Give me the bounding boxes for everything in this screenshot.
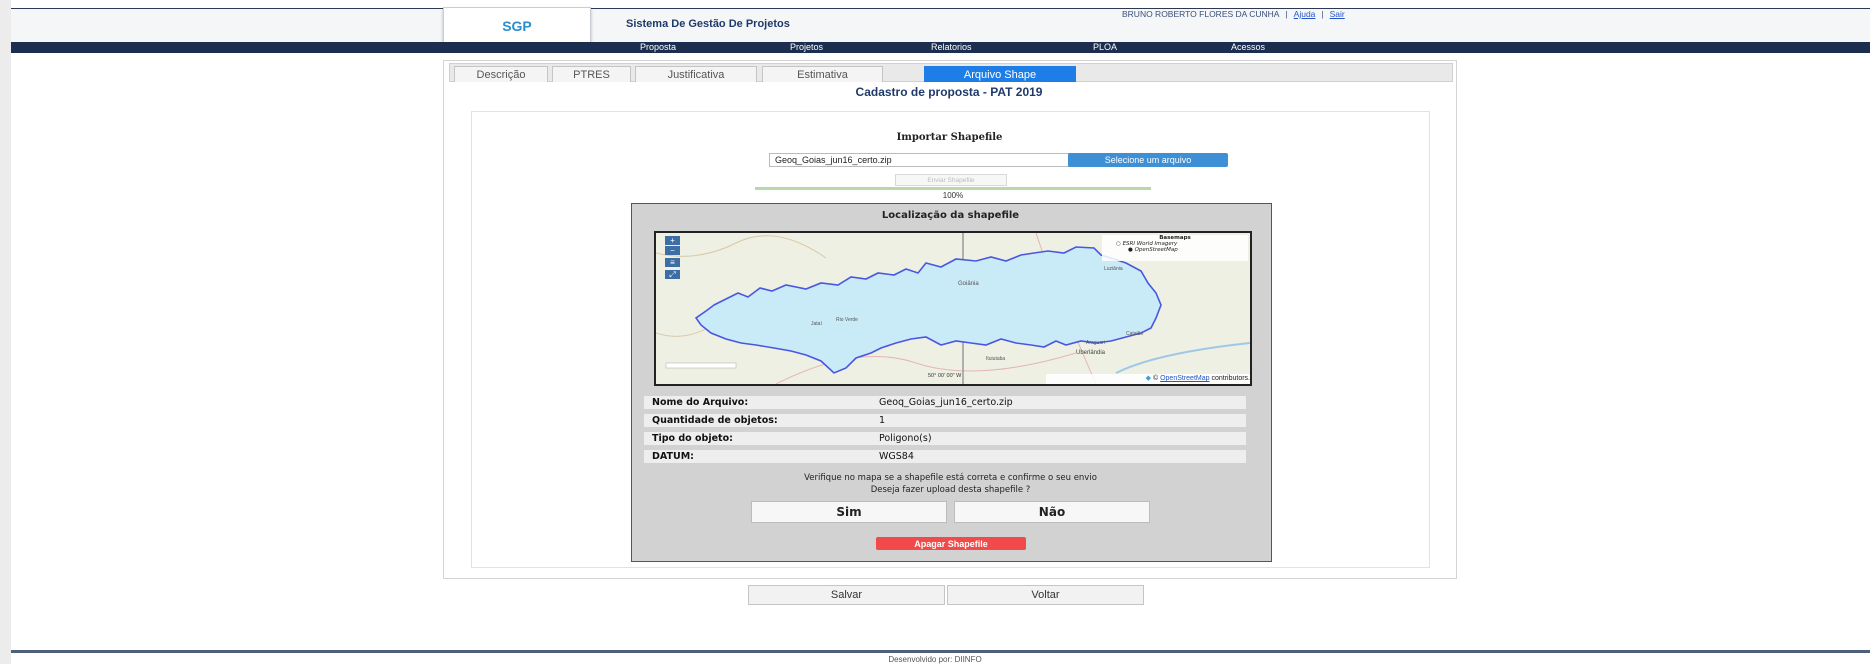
- map-place-label: Ituiutaba: [986, 356, 1005, 362]
- map-place-label: Jataí: [811, 321, 822, 327]
- confirm-line-1: Verifique no mapa se a shapefile está co…: [804, 473, 1097, 483]
- footer-credit: Desenvolvido por: DIINFO: [888, 655, 982, 664]
- no-button[interactable]: Não: [954, 501, 1150, 523]
- info-value: Poligono(s): [874, 432, 1246, 445]
- save-button[interactable]: Salvar: [748, 585, 945, 605]
- table-row: Nome do Arquivo: Geoq_Goias_jun16_certo.…: [644, 396, 1250, 410]
- tab-descricao[interactable]: Descrição: [454, 66, 548, 82]
- map-place-label: Araguari: [1086, 340, 1105, 346]
- tab-arquivo-shape[interactable]: Arquivo Shape: [924, 66, 1076, 82]
- basemap-switcher: Basemaps ○ ESRI World Imagery ● OpenStre…: [1102, 235, 1248, 261]
- file-path-field[interactable]: Geoq_Goias_jun16_certo.zip: [769, 153, 1072, 167]
- nav-item-ploa[interactable]: PLOA: [1093, 42, 1117, 53]
- zoom-in-button[interactable]: +: [665, 236, 680, 245]
- info-value: WGS84: [874, 450, 1246, 463]
- separator: |: [1321, 9, 1324, 19]
- table-row: Tipo do objeto: Poligono(s): [644, 432, 1250, 446]
- send-shapefile-button[interactable]: Enviar Shapefile: [895, 174, 1007, 186]
- help-link[interactable]: Ajuda: [1294, 9, 1316, 19]
- select-file-button[interactable]: Selecione um arquivo: [1068, 153, 1228, 167]
- top-header-bar: [11, 8, 1870, 43]
- tab-ptres[interactable]: PTRES: [552, 66, 631, 82]
- separator: |: [1285, 9, 1288, 19]
- import-title: Importar Shapefile: [896, 132, 1003, 143]
- nav-item-projetos[interactable]: Projetos: [790, 42, 823, 53]
- map-place-label: Catalão: [1126, 331, 1143, 337]
- progress-percent: 100%: [942, 191, 964, 200]
- info-value: Geoq_Goias_jun16_certo.zip: [874, 396, 1246, 409]
- main-nav: Proposta Projetos Relatorios PLOA Acesso…: [11, 42, 1870, 53]
- left-edge-strip: [0, 0, 11, 664]
- user-area: BRUNO ROBERTO FLORES DA CUNHA | Ajuda | …: [1122, 9, 1345, 19]
- basemap-option-osm[interactable]: ● OpenStreetMap: [1102, 247, 1248, 253]
- table-row: Quantidade de objetos: 1: [644, 414, 1250, 428]
- info-value: 1: [874, 414, 1246, 427]
- confirm-message: Verifique no mapa se a shapefile está co…: [631, 472, 1270, 496]
- back-button[interactable]: Voltar: [947, 585, 1144, 605]
- map-attribution: ◆ © OpenStreetMap contributors.: [1046, 374, 1250, 384]
- map-place-label: Luziânia: [1104, 266, 1123, 272]
- map-place-label: Rio Verde: [836, 317, 858, 323]
- confirm-line-2: Deseja fazer upload desta shapefile ?: [870, 485, 1031, 495]
- table-row: DATUM: WGS84: [644, 450, 1250, 464]
- nav-item-proposta[interactable]: Proposta: [640, 42, 676, 53]
- delete-shapefile-button[interactable]: Apagar Shapefile: [876, 537, 1026, 550]
- tab-estimativa[interactable]: Estimativa: [762, 66, 883, 82]
- map-place-label: Goiânia: [958, 281, 979, 287]
- attribution-suffix: contributors.: [1211, 375, 1250, 382]
- zoom-out-button[interactable]: −: [665, 246, 680, 255]
- app-logo[interactable]: SGP: [443, 7, 591, 44]
- page-title: Cadastro de proposta - PAT 2019: [855, 85, 1043, 99]
- fullscreen-icon[interactable]: ⤢: [665, 270, 680, 279]
- nav-item-acessos[interactable]: Acessos: [1231, 42, 1265, 53]
- map-view[interactable]: Goiânia Luziânia Rio Verde Jataí Catalão…: [654, 231, 1252, 386]
- layers-icon[interactable]: ≡: [665, 258, 680, 267]
- tab-bar: Descrição PTRES Justificativa Estimativa…: [449, 63, 1453, 82]
- app-title: Sistema De Gestão De Projetos: [626, 18, 790, 30]
- tab-justificativa[interactable]: Justificativa: [635, 66, 757, 82]
- coordinate-readout: 50° 00' 00" W: [928, 373, 962, 379]
- map-place-label: Uberlândia: [1076, 350, 1106, 356]
- logout-link[interactable]: Sair: [1330, 9, 1345, 19]
- yes-button[interactable]: Sim: [751, 501, 947, 523]
- leaflet-icon: ◆: [1145, 375, 1152, 382]
- map-title: Localização da shapefile: [881, 210, 1020, 221]
- osm-attribution-link[interactable]: OpenStreetMap: [1160, 375, 1209, 382]
- upload-progress-bar: [755, 187, 1151, 190]
- progress-fill: [755, 187, 1151, 190]
- info-key: Quantidade de objetos:: [644, 414, 878, 427]
- info-key: Nome do Arquivo:: [644, 396, 878, 409]
- info-key: DATUM:: [644, 450, 878, 463]
- nav-item-relatorios[interactable]: Relatorios: [931, 42, 972, 53]
- scale-bar: [665, 362, 737, 369]
- user-name: BRUNO ROBERTO FLORES DA CUNHA: [1122, 9, 1280, 19]
- info-key: Tipo do objeto:: [644, 432, 878, 445]
